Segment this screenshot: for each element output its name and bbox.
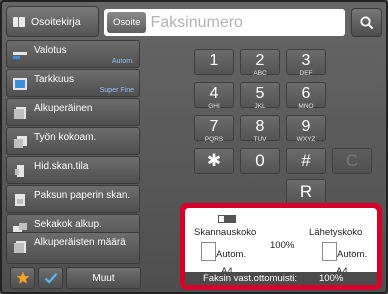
memory-value: 100% xyxy=(319,273,344,284)
thick-paper-icon xyxy=(15,194,25,206)
exposure-icon xyxy=(13,52,27,59)
resolution-icon xyxy=(13,78,27,90)
key-number: C xyxy=(345,151,359,170)
star-icon xyxy=(16,271,29,284)
key-7[interactable]: 7 PQRS xyxy=(194,115,234,143)
key-letters: PQRS xyxy=(204,136,224,143)
fax-screen: Osoitekirja Osoite Valotus Autom. Tarkku… xyxy=(0,0,388,294)
menu-item-label: Hid.skan.tila xyxy=(34,161,89,172)
memory-status-bar: Faksin vast.ottomuisti: 100% xyxy=(185,272,377,285)
clear-key[interactable]: C xyxy=(332,148,372,174)
menu-item-exposure[interactable]: Valotus Autom. xyxy=(6,40,140,68)
key-8[interactable]: 8 TUV xyxy=(240,115,280,143)
menu-item-label: Työn kokoam. xyxy=(34,132,97,143)
send-mode: Autom. xyxy=(337,249,368,260)
key-number: ✱ xyxy=(206,151,222,170)
scan-size-label: Skannauskoko xyxy=(194,227,257,238)
address-label: Osoite xyxy=(107,12,147,33)
menu-item-label: Alkuperäinen xyxy=(34,103,93,114)
menu-item-value: Super Fine xyxy=(99,87,134,94)
more-button[interactable]: Muut xyxy=(66,267,141,289)
search-button[interactable] xyxy=(351,8,382,37)
key-number: 7 xyxy=(209,118,219,135)
key-4[interactable]: 4 GHI xyxy=(194,82,234,110)
send-paper-icon xyxy=(322,242,337,261)
key-letters: DEF xyxy=(299,70,313,77)
original-count-icon xyxy=(14,241,26,253)
key-number: 9 xyxy=(301,118,311,135)
menu-item-label: Alkuperäisten määrä xyxy=(34,237,126,248)
key-number: 0 xyxy=(255,151,265,170)
key-number: 3 xyxy=(301,52,311,69)
key-letters: TUV xyxy=(253,136,267,143)
menu-item-thick-paper[interactable]: Paksun paperin skan. xyxy=(6,185,140,213)
menu-item-job-build[interactable]: Työn kokoam. xyxy=(6,127,140,155)
key-0[interactable]: 0 xyxy=(240,148,280,174)
fax-number-input[interactable] xyxy=(150,13,331,32)
key-number: 8 xyxy=(255,118,265,135)
key-number: 4 xyxy=(209,85,219,102)
scan-mode: Autom. xyxy=(216,249,247,260)
key-number: # xyxy=(301,151,311,170)
key-2[interactable]: 2 ABC xyxy=(240,49,280,77)
favorite-button[interactable] xyxy=(10,267,35,289)
address-book-button[interactable]: Osoitekirja xyxy=(6,6,99,37)
menu-item-label: Paksun paperin skan. xyxy=(34,190,131,201)
menu-item-label: Tarkkuus xyxy=(34,74,75,85)
key-5[interactable]: 5 JKL xyxy=(240,82,280,110)
menu-item-label: Valotus xyxy=(34,45,67,56)
slow-scan-icon xyxy=(15,165,24,177)
key-number: 2 xyxy=(255,52,265,69)
key-1[interactable]: 1 xyxy=(194,49,234,75)
redial-key[interactable]: R xyxy=(286,179,326,205)
key-9[interactable]: 9 WXYZ xyxy=(286,115,326,143)
scan-info-content: Skannauskoko Lähetyskoko Autom. 100% Aut… xyxy=(185,208,377,285)
address-book-icon xyxy=(13,16,25,27)
key-number: 1 xyxy=(209,52,219,69)
menu-item-resolution[interactable]: Tarkkuus Super Fine xyxy=(6,69,140,97)
send-size-label: Lähetyskoko xyxy=(309,227,363,238)
check-icon xyxy=(44,273,57,284)
key-number: R xyxy=(299,182,313,201)
menu-item-original-count[interactable]: Alkuperäisten määrä xyxy=(6,232,140,264)
key-letters: MNO xyxy=(298,103,314,110)
scan-paper-icon xyxy=(201,242,216,261)
original-document-icon xyxy=(14,107,26,119)
menu-item-value: Autom. xyxy=(111,58,134,65)
key-6[interactable]: 6 MNO xyxy=(286,82,326,110)
job-build-icon xyxy=(14,136,27,148)
scan-info-panel[interactable]: Skannauskoko Lähetyskoko Autom. 100% Aut… xyxy=(180,203,382,290)
key-asterisk[interactable]: ✱ xyxy=(194,148,234,174)
menu-item-slow-scan[interactable]: Hid.skan.tila xyxy=(6,156,140,184)
key-letters: GHI xyxy=(208,103,220,110)
confirm-button[interactable] xyxy=(38,267,63,289)
ratio-value: 100% xyxy=(270,240,295,251)
menu-item-original[interactable]: Alkuperäinen xyxy=(6,98,140,126)
more-label: Muut xyxy=(92,272,115,284)
key-number: 5 xyxy=(255,85,265,102)
scanner-icon xyxy=(218,215,236,223)
key-letters: WXYZ xyxy=(296,136,316,143)
key-number: 6 xyxy=(301,85,311,102)
menu-item-label: Sekakok alkup. xyxy=(34,219,102,230)
search-icon xyxy=(359,15,373,29)
key-3[interactable]: 3 DEF xyxy=(286,49,326,77)
key-letters: JKL xyxy=(254,103,266,110)
address-field[interactable]: Osoite xyxy=(104,9,345,36)
key-letters: ABC xyxy=(253,70,267,77)
address-book-label: Osoitekirja xyxy=(31,15,81,28)
key-hash[interactable]: # xyxy=(286,148,326,174)
memory-label: Faksin vast.ottomuisti: xyxy=(203,273,297,284)
